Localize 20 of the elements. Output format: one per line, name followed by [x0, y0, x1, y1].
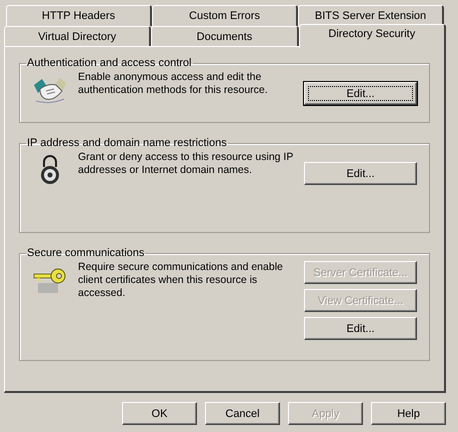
edit-button[interactable]: Edit... [304, 162, 417, 185]
edit-button[interactable]: Edit... [304, 82, 417, 105]
description: Require secure communications and enable client certificates when this resource is accessed. [78, 261, 284, 301]
tab[interactable]: Custom Errors [152, 5, 298, 26]
dialog-button[interactable]: Help [371, 402, 446, 425]
description: Grant or deny access to this resource using IP addresses or Internet domain names. [78, 151, 294, 178]
group-title: IP address and domain name restrictions [26, 137, 228, 149]
group-title: Secure communications [26, 247, 146, 259]
tab[interactable]: Directory Security [298, 24, 446, 48]
description: Enable anonymous access and edit the authentication methods for this resource. [78, 71, 269, 98]
dialog-button[interactable]: OK [122, 402, 197, 425]
padlock-icon [39, 155, 61, 185]
edit-button[interactable]: Edit... [304, 317, 417, 340]
dialog-button[interactable]: Cancel [205, 402, 280, 425]
tab[interactable]: BITS Server Extension [298, 5, 444, 26]
group-title: Authentication and access control [26, 57, 192, 69]
tab[interactable]: HTTP Headers [6, 5, 152, 26]
tab[interactable]: Virtual Directory [4, 26, 152, 47]
tab[interactable]: Documents [151, 26, 299, 47]
handshake-icon [32, 75, 68, 105]
